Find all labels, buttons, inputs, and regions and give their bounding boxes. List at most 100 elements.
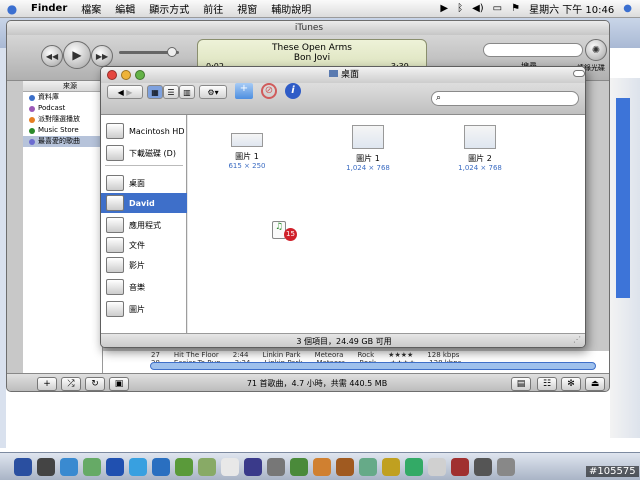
- bluetooth-icon[interactable]: ᛒ: [457, 3, 463, 14]
- dock-app-icon[interactable]: [37, 458, 55, 476]
- menu-file[interactable]: 檔案: [74, 1, 108, 16]
- table-row[interactable]: 27 Hit The Floor 2:44 Linkin Park Meteora Roc…: [103, 351, 609, 359]
- sidebar-item[interactable]: 影片: [101, 255, 187, 275]
- burn-disc-icon[interactable]: ✺: [585, 39, 607, 61]
- menu-window[interactable]: 視窗: [230, 1, 264, 16]
- dock-app-icon[interactable]: [336, 458, 354, 476]
- dock-app-icon[interactable]: [405, 458, 423, 476]
- eject-button[interactable]: ⏏: [585, 377, 605, 391]
- dock-app-icon[interactable]: [267, 458, 285, 476]
- sidebar-item-label: 圖片: [129, 304, 145, 314]
- spotlight-icon[interactable]: ●: [623, 3, 632, 14]
- sidebar-item[interactable]: 圖片: [101, 299, 187, 319]
- source-item[interactable]: 最喜愛的歌曲: [23, 136, 102, 147]
- dock-app-icon[interactable]: [290, 458, 308, 476]
- table-cell: 2:44: [232, 351, 249, 359]
- play-status-icon[interactable]: ▶: [440, 3, 448, 14]
- repeat-button[interactable]: ↻: [85, 377, 105, 391]
- source-item[interactable]: Music Store: [23, 125, 102, 136]
- equalizer-button[interactable]: ☷: [537, 377, 557, 391]
- shuffle-button[interactable]: ⤮: [61, 377, 81, 391]
- menu-app-finder[interactable]: Finder: [24, 3, 74, 14]
- info-icon[interactable]: i: [285, 83, 301, 99]
- sidebar-item[interactable]: Macintosh HD: [101, 121, 187, 141]
- play-button[interactable]: ▶: [63, 41, 91, 69]
- delete-icon[interactable]: ⊘: [261, 83, 277, 99]
- sidebar-item-label: 影片: [129, 260, 145, 270]
- sidebar-item[interactable]: 應用程式: [101, 215, 187, 235]
- sidebar-item[interactable]: 音樂: [101, 277, 187, 297]
- volume-icon[interactable]: ◀): [472, 3, 484, 14]
- menu-help[interactable]: 輔助說明: [264, 1, 318, 16]
- visualizer-button[interactable]: ✻: [561, 377, 581, 391]
- dock-app-icon[interactable]: [221, 458, 239, 476]
- show-artwork-button[interactable]: ▣: [109, 377, 129, 391]
- add-playlist-button[interactable]: +: [37, 377, 57, 391]
- new-folder-icon[interactable]: +: [235, 83, 253, 99]
- dock-app-icon[interactable]: [359, 458, 377, 476]
- battery-icon[interactable]: ▭: [493, 3, 502, 14]
- source-item[interactable]: Podcast: [23, 103, 102, 114]
- close-button[interactable]: [107, 70, 117, 80]
- browse-button[interactable]: ▤: [511, 377, 531, 391]
- dock-app-icon[interactable]: [497, 458, 515, 476]
- dock-app-icon[interactable]: [83, 458, 101, 476]
- menu-edit[interactable]: 編輯: [108, 1, 142, 16]
- column-view-button[interactable]: ▥: [179, 85, 195, 99]
- source-list-header: 來源: [23, 81, 102, 92]
- dock-app-icon[interactable]: [152, 458, 170, 476]
- icon-view-button[interactable]: ▦: [147, 85, 163, 99]
- dock-app-icon[interactable]: [60, 458, 78, 476]
- menu-view[interactable]: 顯示方式: [142, 1, 196, 16]
- source-item[interactable]: 派對隨選播放: [23, 114, 102, 125]
- itunes-search-input[interactable]: [483, 43, 583, 57]
- table-cell: 128 kbps: [427, 351, 460, 359]
- drag-count-badge: 15: [284, 228, 297, 241]
- dock-app-icon[interactable]: [198, 458, 216, 476]
- menu-clock[interactable]: 星期六 下午 10:46: [529, 1, 614, 16]
- dock-app-icon[interactable]: [451, 458, 469, 476]
- resize-grip-icon[interactable]: ⋰: [573, 335, 581, 344]
- dock-app-icon[interactable]: [313, 458, 331, 476]
- background-scrollbar[interactable]: [616, 98, 630, 298]
- forward-icon[interactable]: ▶: [126, 88, 132, 97]
- sidebar-item[interactable]: 桌面: [101, 173, 187, 193]
- sidebar-item[interactable]: 下載磁碟 (D): [101, 143, 187, 163]
- action-menu-button[interactable]: ⚙▾: [199, 85, 227, 99]
- dock-app-icon[interactable]: [175, 458, 193, 476]
- source-icon: [29, 127, 35, 134]
- file-item[interactable]: 圖片 1 615 × 250: [202, 125, 292, 170]
- itunes-horizontal-scrollbar[interactable]: [150, 362, 596, 370]
- finder-title-bar[interactable]: 桌面: [101, 67, 585, 83]
- minimize-button[interactable]: [121, 70, 131, 80]
- dock-app-icon[interactable]: [106, 458, 124, 476]
- menu-go[interactable]: 前往: [196, 1, 230, 16]
- file-size: 1,024 × 768: [346, 164, 390, 172]
- dock-app-icon[interactable]: [14, 458, 32, 476]
- sidebar-item[interactable]: 文件: [101, 235, 187, 255]
- source-item[interactable]: 資料庫: [23, 92, 102, 103]
- list-view-button[interactable]: ☰: [163, 85, 179, 99]
- back-icon[interactable]: ◀: [118, 88, 124, 97]
- zoom-button[interactable]: [135, 70, 145, 80]
- file-thumbnail: [352, 125, 384, 149]
- back-forward-buttons[interactable]: ◀ ▶: [107, 85, 143, 99]
- dock-app-icon[interactable]: [474, 458, 492, 476]
- dock-app-icon[interactable]: [244, 458, 262, 476]
- volume-slider-knob[interactable]: [167, 47, 177, 57]
- apple-menu-icon[interactable]: ●: [0, 2, 24, 16]
- file-item[interactable]: 圖片 2 1,024 × 768: [435, 125, 525, 172]
- file-name: 圖片 1: [235, 152, 259, 161]
- dock-app-icon[interactable]: [428, 458, 446, 476]
- dock-app-icon[interactable]: [129, 458, 147, 476]
- dock-app-icon[interactable]: [382, 458, 400, 476]
- file-name: 圖片 2: [468, 154, 492, 163]
- pictures-icon: [106, 301, 124, 317]
- home-icon: [106, 195, 124, 211]
- source-label: Podcast: [38, 104, 66, 112]
- flag-icon[interactable]: ⚑: [511, 3, 520, 14]
- file-item[interactable]: 圖片 1 1,024 × 768: [323, 125, 413, 172]
- next-track-button[interactable]: ▶▶: [91, 45, 113, 67]
- previous-track-button[interactable]: ◀◀: [41, 45, 63, 67]
- sidebar-item[interactable]: David: [101, 193, 187, 213]
